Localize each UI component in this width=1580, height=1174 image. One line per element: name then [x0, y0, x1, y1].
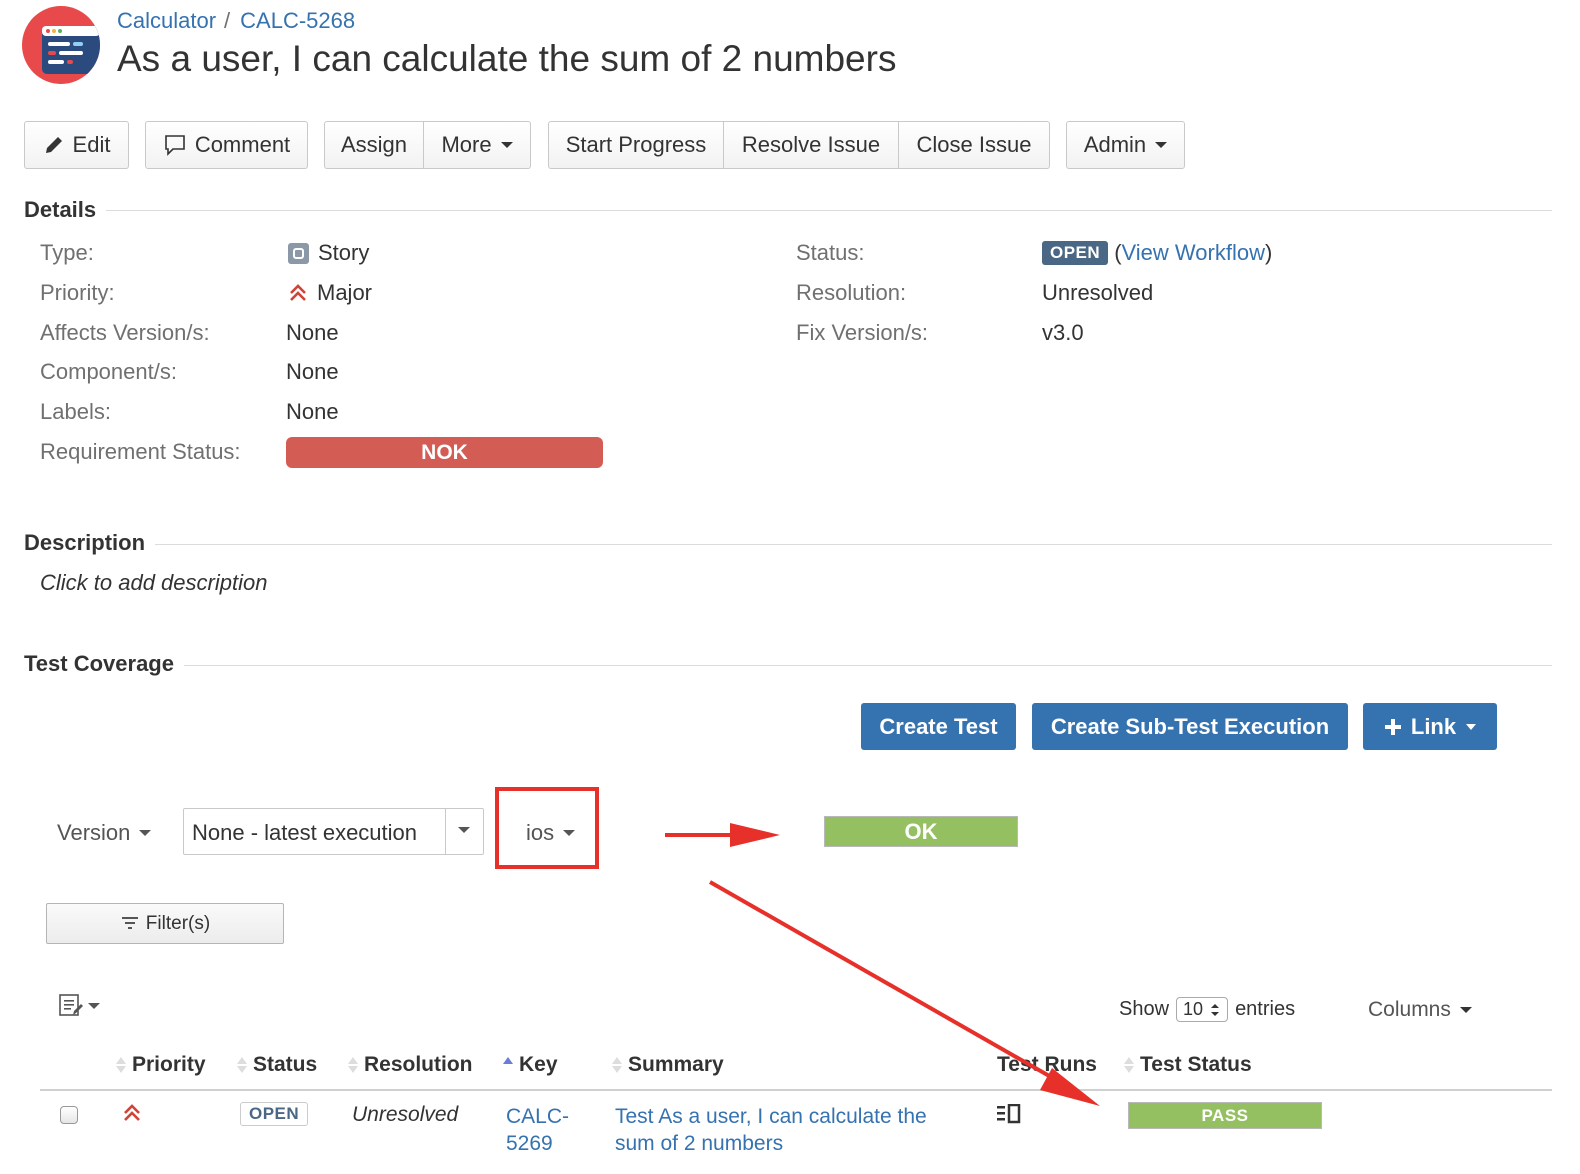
annotation-arrows: [665, 823, 1100, 1106]
annotation-arrow-to-ok-icon: [665, 823, 780, 847]
annotation-arrow-to-pass-icon: [709, 880, 1100, 1106]
